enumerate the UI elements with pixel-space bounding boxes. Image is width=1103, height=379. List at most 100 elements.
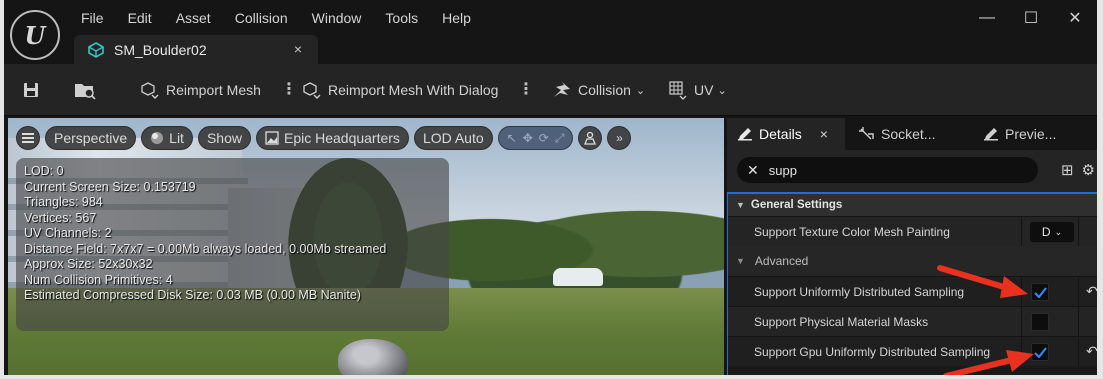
image-icon: [265, 131, 279, 145]
value-column-divider: [1021, 217, 1022, 246]
mesh-viewport[interactable]: Perspective Lit Show Epic Headquarters L…: [8, 118, 724, 375]
uv-dropdown[interactable]: UV ⌄: [668, 78, 727, 102]
viewport-menu-button[interactable]: [16, 126, 40, 150]
chevron-down-icon: ▼: [736, 200, 745, 210]
asset-tab-label: SM_Boulder02: [114, 41, 207, 58]
tab-details[interactable]: Details ×: [727, 118, 845, 150]
tab-details-label: Details: [759, 126, 802, 142]
reset-to-default-icon[interactable]: ↶: [1086, 283, 1097, 300]
asset-tab[interactable]: SM_Boulder02 ×: [74, 35, 318, 64]
socket-icon: [859, 127, 874, 140]
lit-button[interactable]: Lit: [141, 126, 193, 150]
stat-collision-primitives: Num Collision Primitives: 4: [24, 272, 173, 287]
transform-tools-group: ↖ ✥ ⟳ ⤢: [497, 126, 574, 150]
move-tool-icon[interactable]: ✥: [523, 131, 533, 145]
chevron-down-icon: ▼: [736, 256, 745, 266]
reimport-mesh-with-dialog-label: Reimport Mesh With Dialog: [328, 82, 499, 98]
physical-material-masks-checkbox[interactable]: [1031, 313, 1049, 331]
stat-vertices: Vertices: 567: [24, 210, 97, 225]
more-options-button[interactable]: »: [607, 126, 632, 150]
stat-approx-size: Approx Size: 52x30x32: [24, 257, 153, 271]
show-label: Show: [206, 130, 242, 146]
reset-column-divider: [1078, 217, 1079, 246]
close-tab-icon[interactable]: ×: [294, 41, 302, 57]
reimport-mesh-button[interactable]: Reimport Mesh: [140, 78, 261, 102]
gear-icon[interactable]: ⚙: [1082, 161, 1095, 179]
category-label: General Settings: [750, 199, 843, 211]
uv-label: UV: [694, 82, 714, 98]
clear-search-icon[interactable]: ✕: [747, 162, 759, 179]
perspective-button[interactable]: Perspective: [45, 126, 137, 150]
boulder-mesh-preview[interactable]: [338, 339, 408, 375]
reimport-options-kebab[interactable]: ⋮: [281, 82, 297, 98]
browse-asset-button[interactable]: [74, 78, 102, 102]
close-window-button[interactable]: ✕: [1053, 6, 1097, 30]
viewport-toolbar: Perspective Lit Show Epic Headquarters L…: [16, 125, 632, 151]
dropdown-value: D: [1041, 225, 1051, 239]
hamburger-icon: [22, 133, 34, 143]
unreal-logo-icon[interactable]: U: [10, 10, 60, 60]
menu-file[interactable]: File: [81, 10, 104, 26]
annotation-arrow: [937, 265, 1028, 298]
viewport-car: [553, 268, 603, 286]
collision-label: Collision: [578, 82, 631, 98]
property-label: Support Physical Material Masks: [754, 314, 929, 329]
property-matrix-icon[interactable]: ⊞: [1061, 161, 1074, 179]
chevron-down-icon: ⌄: [717, 84, 727, 97]
menu-collision[interactable]: Collision: [235, 10, 288, 26]
window-controls: — ☐ ✕: [965, 6, 1097, 30]
menu-edit[interactable]: Edit: [128, 10, 152, 26]
property-row-uniformly-distributed-sampling: Support Uniformly Distributed Sampling ↶: [728, 276, 1097, 306]
static-mesh-editor-window: U File Edit Asset Collision Window Tools…: [0, 0, 1103, 379]
subcategory-label: Advanced: [754, 254, 809, 268]
property-row-physical-material-masks: Support Physical Material Masks: [728, 306, 1097, 336]
folder-search-icon: [75, 84, 96, 100]
menu-help[interactable]: Help: [442, 10, 471, 26]
camera-speed-button[interactable]: [578, 126, 603, 150]
minimize-button[interactable]: —: [965, 6, 1009, 30]
pencil-icon: [738, 128, 752, 141]
reimport-dialog-options-kebab[interactable]: ⋮: [518, 82, 534, 98]
save-icon: [24, 83, 38, 97]
reimport-dialog-icon: [303, 82, 321, 99]
reset-column-divider: [1078, 307, 1079, 336]
search-tools: ⊞ ⚙: [1061, 161, 1095, 179]
tab-socket-label: Socket...: [881, 126, 936, 142]
viewport-stats-overlay: LOD: 0 Current Screen Size: 0.153719 Tri…: [16, 158, 449, 331]
menu-window[interactable]: Window: [312, 10, 362, 26]
save-button[interactable]: [22, 78, 46, 102]
select-tool-icon[interactable]: ↖: [507, 131, 517, 145]
pawn-icon: [584, 131, 597, 145]
chevron-down-icon: ⌄: [1054, 226, 1063, 237]
annotation-arrow: [943, 350, 1034, 375]
menu-tools[interactable]: Tools: [385, 10, 418, 26]
tab-preview-scene[interactable]: Previe...: [973, 118, 1097, 150]
uv-grid-icon: [669, 81, 687, 100]
tab-socket-manager[interactable]: Socket...: [845, 118, 973, 150]
environment-button[interactable]: Epic Headquarters: [255, 126, 409, 150]
stat-distance-field: Distance Field: 7x7x7 = 0.00Mb always lo…: [24, 241, 387, 256]
close-details-tab-icon[interactable]: ×: [820, 126, 828, 142]
reset-to-default-icon[interactable]: ↶: [1086, 343, 1097, 360]
stat-triangles: Triangles: 984: [24, 195, 103, 209]
reimport-mesh-with-dialog-button[interactable]: Reimport Mesh With Dialog: [302, 78, 498, 102]
texture-color-mesh-painting-dropdown[interactable]: D ⌄: [1030, 222, 1074, 242]
show-button[interactable]: Show: [197, 126, 251, 150]
collision-dropdown[interactable]: Collision ⌄: [552, 78, 645, 102]
subcategory-advanced[interactable]: ▼ Advanced: [728, 246, 1097, 276]
property-label: Support Texture Color Mesh Painting: [754, 224, 950, 239]
details-search-input[interactable]: ✕ supp: [737, 157, 1038, 183]
rotate-tool-icon[interactable]: ⟳: [539, 131, 549, 145]
category-general-settings[interactable]: ▼ General Settings: [728, 194, 1097, 216]
lod-label: LOD Auto: [422, 130, 484, 146]
reset-column-divider: [1078, 337, 1079, 366]
maximize-button[interactable]: ☐: [1009, 6, 1053, 30]
value-column-divider: [1021, 307, 1022, 336]
stat-lod: LOD: 0: [24, 164, 64, 178]
scale-tool-icon[interactable]: ⤢: [555, 131, 565, 146]
lod-button[interactable]: LOD Auto: [413, 126, 493, 150]
collision-icon: [554, 82, 570, 97]
menu-asset[interactable]: Asset: [176, 10, 211, 26]
reimport-icon: [141, 82, 159, 99]
reset-column-divider: [1078, 277, 1079, 306]
